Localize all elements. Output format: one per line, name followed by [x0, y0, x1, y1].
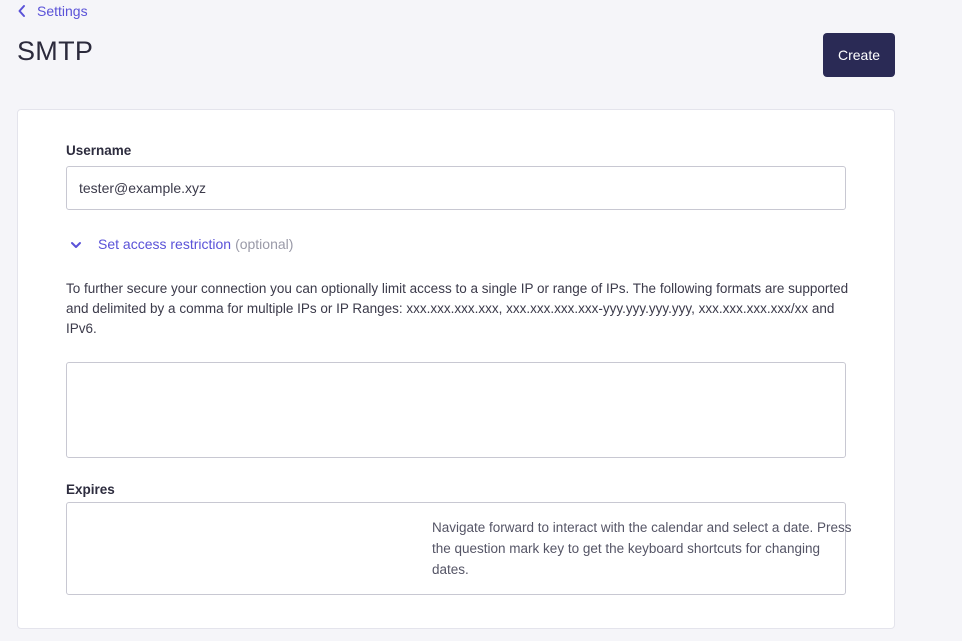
smtp-form-card: Username tester@example.xyz Set access r…	[17, 109, 895, 629]
back-link-label: Settings	[37, 3, 88, 19]
back-to-settings-link[interactable]: Settings	[17, 3, 88, 19]
chevron-down-icon	[70, 236, 82, 252]
username-field[interactable]: tester@example.xyz	[66, 166, 846, 210]
username-value: tester@example.xyz	[79, 180, 207, 196]
access-restriction-toggle[interactable]: Set access restriction (optional)	[70, 236, 293, 252]
create-button[interactable]: Create	[823, 33, 895, 77]
optional-label: (optional)	[235, 236, 294, 252]
username-label: Username	[66, 143, 132, 158]
expires-date-picker[interactable]: Navigate forward to interact with the ca…	[66, 502, 851, 595]
access-restriction-help-text: To further secure your connection you ca…	[66, 281, 849, 336]
access-restriction-label: Set access restriction	[98, 236, 232, 252]
expires-label: Expires	[66, 482, 115, 497]
page-title: SMTP	[17, 36, 94, 66]
calendar-hint-text: Navigate forward to interact with the ca…	[432, 520, 852, 577]
chevron-left-icon	[17, 4, 27, 18]
ip-restriction-textarea[interactable]	[66, 362, 846, 458]
